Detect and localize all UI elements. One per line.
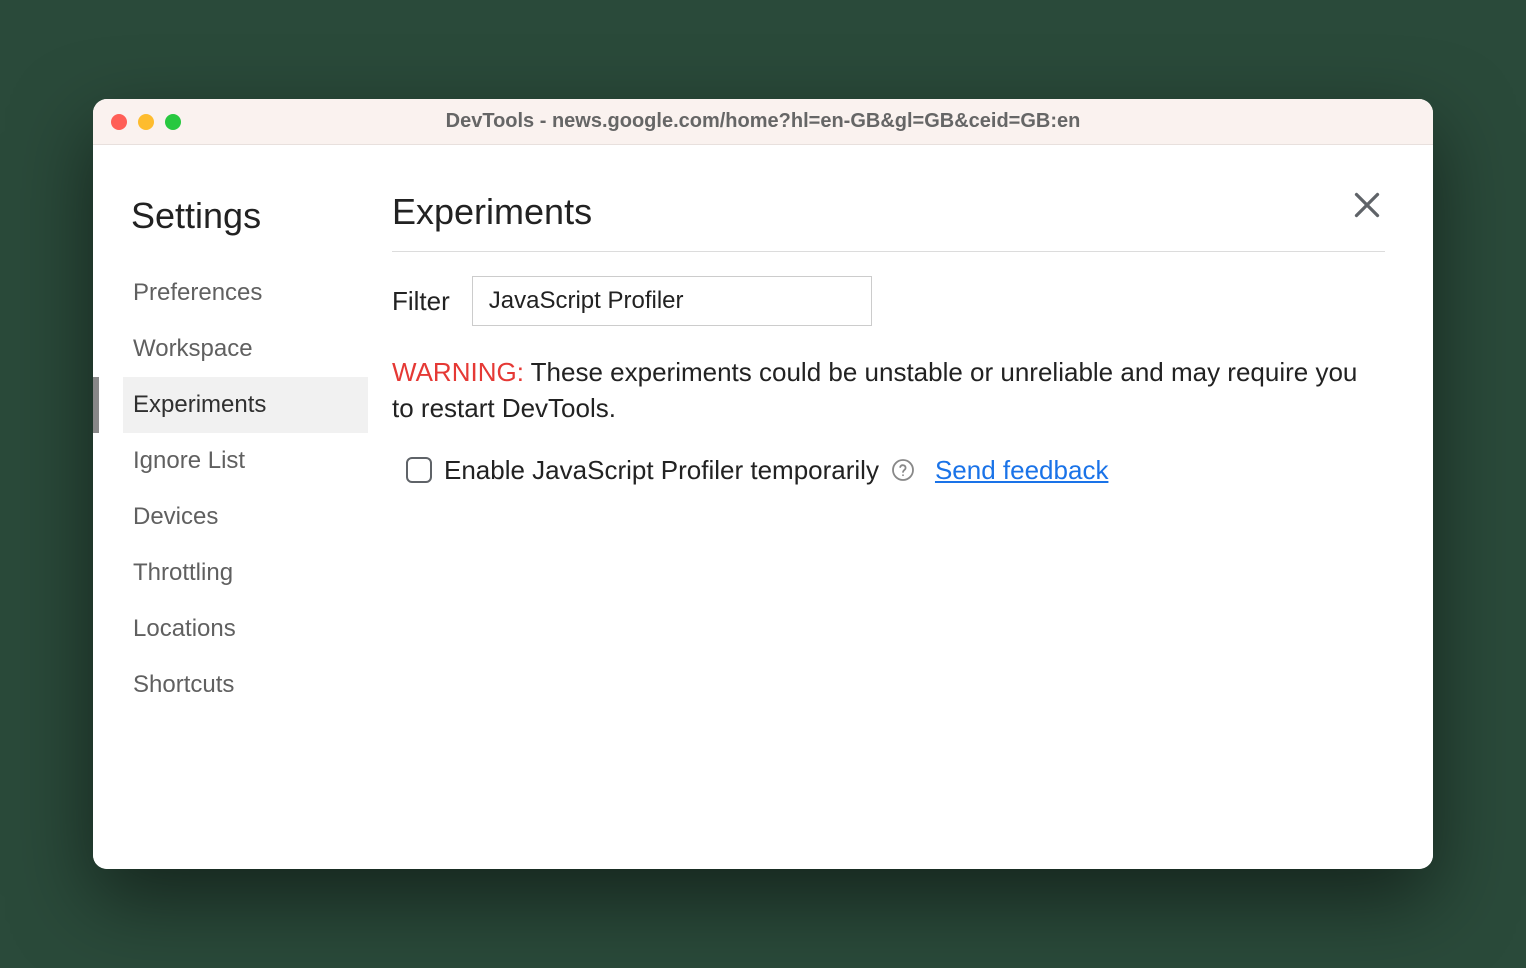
page-title: Experiments (392, 191, 1385, 252)
sidebar-item-throttling[interactable]: Throttling (123, 545, 368, 601)
help-icon[interactable] (891, 458, 915, 482)
warning-text: WARNING: These experiments could be unst… (392, 354, 1385, 427)
traffic-lights (111, 114, 181, 130)
settings-main: Experiments Filter WARNING: These experi… (368, 145, 1433, 869)
sidebar-item-ignore-list[interactable]: Ignore List (123, 433, 368, 489)
filter-label: Filter (392, 286, 450, 317)
sidebar-item-experiments[interactable]: Experiments (123, 377, 368, 433)
titlebar: DevTools - news.google.com/home?hl=en-GB… (93, 99, 1433, 145)
window-close-button[interactable] (111, 114, 127, 130)
window-title: DevTools - news.google.com/home?hl=en-GB… (181, 110, 1415, 133)
settings-sidebar: Settings Preferences Workspace Experimen… (93, 145, 368, 869)
window-minimize-button[interactable] (138, 114, 154, 130)
warning-body: These experiments could be unstable or u… (392, 357, 1357, 423)
sidebar-item-workspace[interactable]: Workspace (123, 321, 368, 377)
devtools-window: DevTools - news.google.com/home?hl=en-GB… (93, 99, 1433, 869)
sidebar-item-devices[interactable]: Devices (123, 489, 368, 545)
sidebar-item-locations[interactable]: Locations (123, 601, 368, 657)
close-icon[interactable] (1349, 187, 1385, 223)
experiment-option-row: Enable JavaScript Profiler temporarily S… (392, 455, 1385, 486)
experiment-option-label: Enable JavaScript Profiler temporarily (444, 455, 879, 486)
send-feedback-link[interactable]: Send feedback (935, 455, 1108, 486)
filter-input[interactable] (472, 276, 872, 326)
enable-js-profiler-checkbox[interactable] (406, 457, 432, 483)
settings-body: Settings Preferences Workspace Experimen… (93, 145, 1433, 869)
window-maximize-button[interactable] (165, 114, 181, 130)
filter-row: Filter (392, 276, 1385, 326)
warning-prefix: WARNING: (392, 357, 524, 387)
sidebar-item-preferences[interactable]: Preferences (123, 265, 368, 321)
settings-title: Settings (123, 195, 368, 237)
sidebar-item-shortcuts[interactable]: Shortcuts (123, 657, 368, 713)
